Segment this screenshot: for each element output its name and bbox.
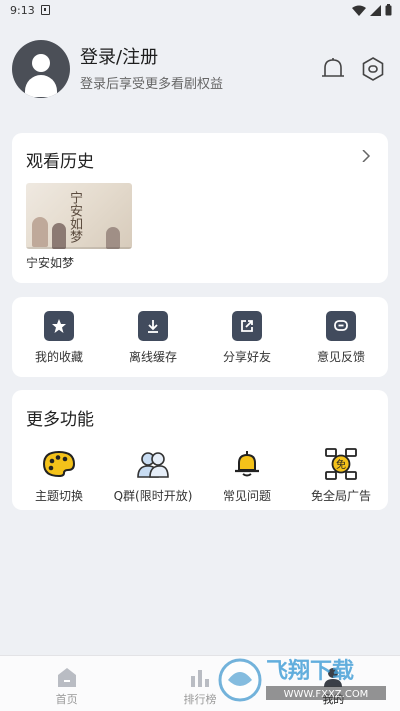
share-icon	[232, 311, 262, 341]
faq-label: 常见问题	[222, 489, 271, 503]
history-item-title[interactable]: 宁安如梦	[26, 254, 74, 271]
status-bar: 9:13	[0, 0, 400, 20]
avatar[interactable]	[12, 40, 70, 98]
ad-free-button[interactable]: 免 免全局广告	[296, 447, 386, 504]
ad-free-icon: 免	[324, 447, 358, 481]
tab-home-label: 首页	[55, 693, 78, 706]
share-friends-button[interactable]: 分享好友	[202, 311, 292, 365]
qq-group-button[interactable]: Q群(限时开放)	[108, 447, 198, 504]
quick-actions-card: 我的收藏 离线缓存 分享好友 意见反馈	[12, 297, 388, 377]
tab-ranking-label: 排行榜	[183, 693, 217, 706]
chevron-right-icon[interactable]	[360, 150, 372, 162]
feedback-button[interactable]: 意见反馈	[296, 311, 386, 365]
battery-icon	[385, 4, 392, 16]
bottom-tab-bar: 首页 排行榜 我的	[0, 655, 400, 711]
tab-mine-label: 我的	[322, 693, 345, 706]
more-functions-title: 更多功能	[26, 410, 94, 430]
watch-history-card: 观看历史 宁安如梦 宁安如梦	[12, 133, 388, 283]
svg-text:免: 免	[336, 458, 346, 471]
home-icon	[54, 664, 80, 688]
more-functions-card: 更多功能 主题切换 Q群(限时开放) 常见问题 免 免全局广告	[12, 390, 388, 510]
bell-icon	[230, 447, 264, 481]
login-register-link[interactable]: 登录/注册	[80, 46, 308, 70]
login-subtitle: 登录后享受更多看剧权益	[80, 77, 224, 92]
feedback-label: 意见反馈	[316, 350, 365, 364]
tab-ranking[interactable]: 排行榜	[133, 656, 266, 711]
theme-switch-button[interactable]: 主题切换	[14, 447, 104, 504]
login-prompt[interactable]: 登录/注册 登录后享受更多看剧权益	[80, 46, 308, 92]
star-icon	[44, 311, 74, 341]
favorites-label: 我的收藏	[34, 350, 83, 364]
palette-icon	[42, 447, 76, 481]
message-button[interactable]	[318, 54, 348, 84]
ranking-icon	[187, 664, 213, 688]
watch-history-title: 观看历史	[26, 152, 94, 172]
notification-icon	[40, 5, 50, 15]
qq-group-label: Q群(限时开放)	[113, 489, 193, 503]
ad-free-label: 免全局广告	[310, 489, 371, 503]
offline-cache-button[interactable]: 离线缓存	[108, 311, 198, 365]
favorites-button[interactable]: 我的收藏	[14, 311, 104, 365]
faq-button[interactable]: 常见问题	[202, 447, 292, 504]
theme-switch-label: 主题切换	[34, 489, 83, 503]
share-friends-label: 分享好友	[222, 350, 271, 364]
settings-icon	[362, 57, 384, 81]
tab-mine[interactable]: 我的	[267, 656, 400, 711]
signal-icon	[370, 4, 381, 16]
group-icon	[136, 447, 170, 481]
profile-icon	[320, 664, 346, 688]
offline-cache-label: 离线缓存	[128, 350, 177, 364]
feedback-icon	[326, 311, 356, 341]
message-icon	[322, 58, 344, 77]
history-item-thumbnail[interactable]: 宁安如梦	[26, 183, 132, 249]
tab-home[interactable]: 首页	[0, 656, 133, 711]
status-time: 9:13	[10, 3, 35, 17]
download-icon	[138, 311, 168, 341]
settings-button[interactable]	[358, 54, 388, 84]
wifi-icon	[352, 5, 366, 16]
thumbnail-title-art: 宁安如梦	[67, 191, 82, 243]
profile-header: 登录/注册 登录后享受更多看剧权益	[12, 38, 388, 100]
